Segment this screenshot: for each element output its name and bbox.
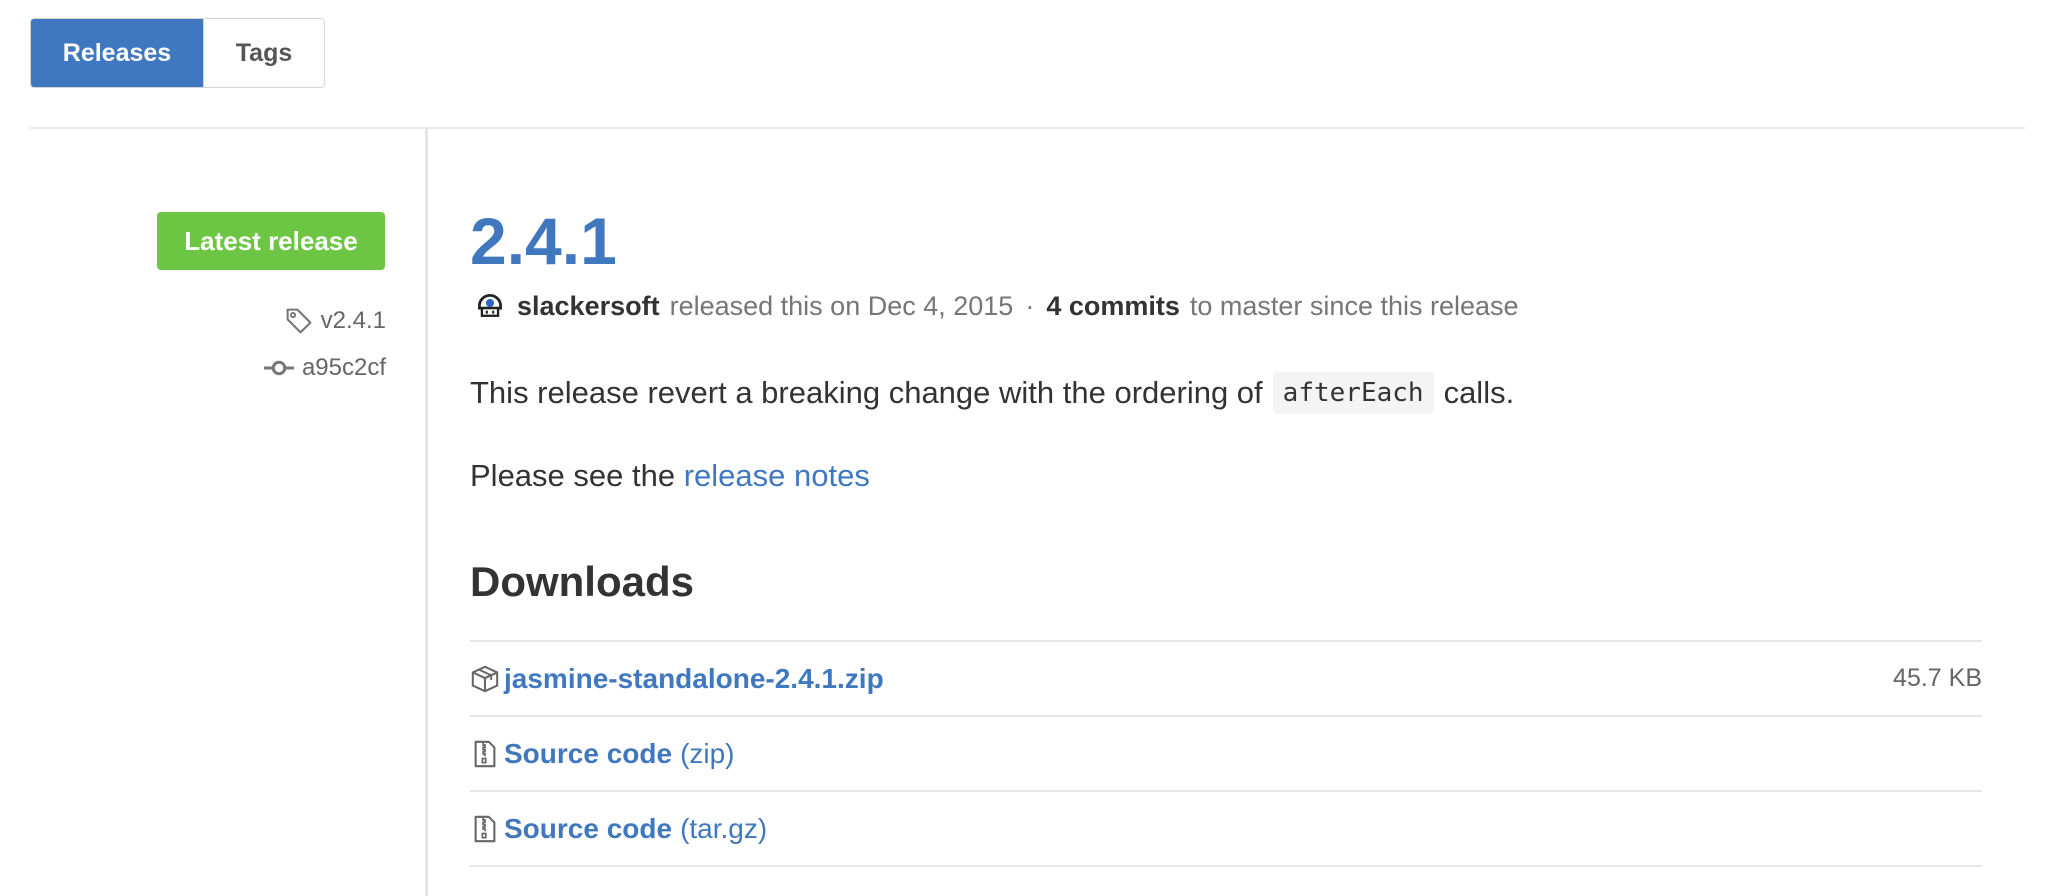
commit-icon bbox=[263, 360, 294, 376]
release-version-title[interactable]: 2.4.1 bbox=[470, 205, 617, 277]
column-divider bbox=[425, 128, 428, 896]
download-row: Source code (zip) bbox=[470, 715, 1982, 790]
description-text-after: calls. bbox=[1443, 375, 1515, 410]
release-tabs: Releases Tags bbox=[30, 18, 325, 88]
file-zip-icon bbox=[474, 815, 496, 842]
release-description: This release revert a breaking change wi… bbox=[470, 372, 1514, 414]
release-notes-line: Please see the release notes bbox=[470, 458, 870, 494]
tag-label: v2.4.1 bbox=[320, 307, 386, 334]
notes-prefix: Please see the bbox=[470, 458, 684, 493]
file-size: 45.7 KB bbox=[1893, 664, 1982, 692]
inline-code: afterEach bbox=[1272, 372, 1434, 414]
release-tag-link[interactable]: v2.4.1 bbox=[285, 307, 386, 335]
download-row: Source code (tar.gz) bbox=[470, 790, 1982, 867]
commits-suffix: to master since this release bbox=[1189, 290, 1519, 321]
package-icon bbox=[471, 665, 499, 692]
downloads-list: jasmine-standalone-2.4.1.zip 45.7 KB Sou… bbox=[470, 640, 1982, 867]
top-divider bbox=[30, 127, 2025, 129]
latest-release-badge: Latest release bbox=[157, 212, 385, 270]
release-byline: slackersoft released this on Dec 4, 2015… bbox=[473, 288, 1519, 324]
release-commit-link[interactable]: a95c2cf bbox=[263, 354, 386, 382]
source-code-targz-link[interactable]: Source code bbox=[504, 813, 672, 845]
source-code-zip-link[interactable]: Source code bbox=[504, 738, 672, 770]
tab-releases[interactable]: Releases bbox=[31, 19, 203, 87]
release-notes-link[interactable]: release notes bbox=[684, 458, 870, 493]
download-link[interactable]: jasmine-standalone-2.4.1.zip bbox=[504, 663, 884, 695]
file-zip-icon bbox=[474, 740, 496, 767]
downloads-heading: Downloads bbox=[470, 558, 695, 605]
format-label: (tar.gz) bbox=[680, 812, 768, 844]
author-link[interactable]: slackersoft bbox=[517, 291, 660, 322]
byline-separator: · bbox=[1025, 290, 1035, 321]
format-label: (zip) bbox=[680, 737, 735, 769]
commit-label: a95c2cf bbox=[301, 354, 386, 381]
download-row: jasmine-standalone-2.4.1.zip 45.7 KB bbox=[470, 640, 1982, 715]
description-text-before: This release revert a breaking change wi… bbox=[470, 375, 1263, 410]
commits-link[interactable]: 4 commits bbox=[1046, 291, 1180, 322]
tag-icon bbox=[286, 308, 312, 334]
author-avatar[interactable] bbox=[473, 289, 507, 323]
released-text: released this on Dec 4, 2015 bbox=[669, 290, 1014, 321]
tab-tags[interactable]: Tags bbox=[203, 19, 324, 87]
